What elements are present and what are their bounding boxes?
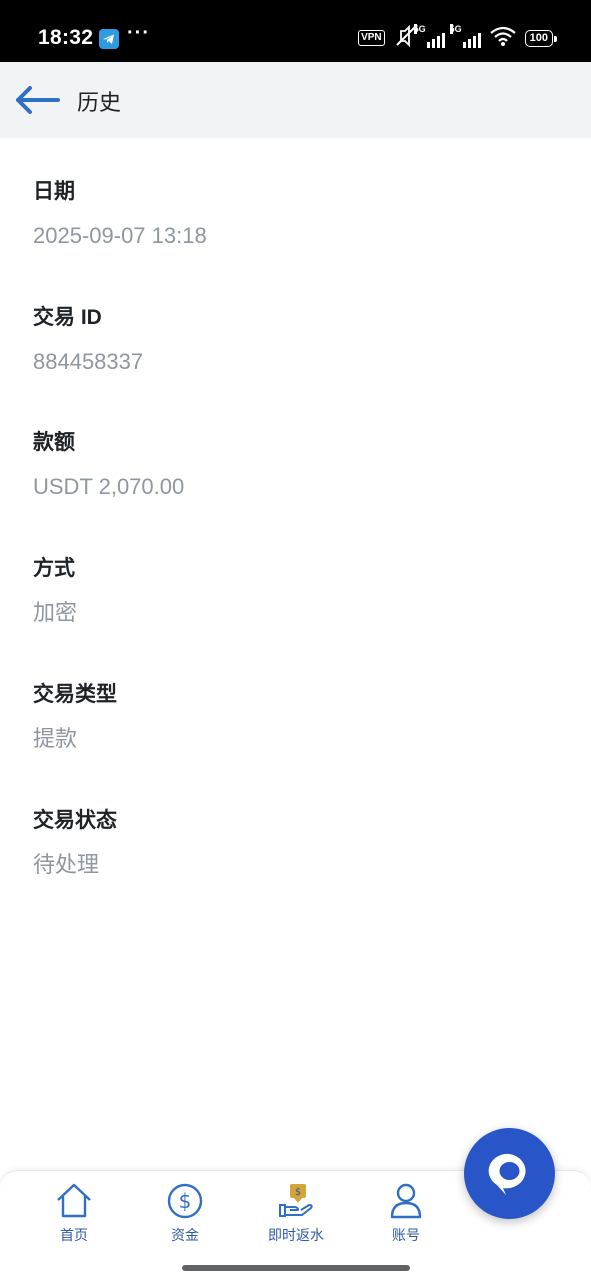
transaction-status-label: 交易状态: [33, 809, 117, 832]
cell-signal-icon-2: 5G: [449, 24, 481, 48]
method-field: 方式 加密: [33, 555, 77, 627]
vpn-badge: VPN: [358, 30, 385, 46]
transaction-id-field: 交易 ID 884458337: [33, 304, 143, 376]
method-label: 方式: [33, 557, 75, 580]
status-time: 18:32: [38, 26, 94, 49]
nav-label-cashback: 即时返水: [268, 1227, 324, 1243]
transaction-status-field: 交易状态 待处理: [33, 807, 117, 879]
home-indicator[interactable]: [182, 1265, 410, 1271]
more-notifications-icon: ···: [127, 22, 150, 44]
page-header: 历史: [0, 62, 591, 138]
transaction-id-value: 884458337: [33, 349, 144, 374]
home-icon: [57, 1183, 91, 1218]
wifi-icon: [489, 25, 517, 52]
amount-label: 款额: [33, 431, 75, 454]
cell-signal-icon: 5G: [413, 24, 445, 48]
nav-item-home[interactable]: 首页: [34, 1181, 114, 1245]
status-bar: 18:32 ··· VPN 5G 5G 100: [0, 0, 591, 62]
battery-indicator: 100: [524, 29, 558, 47]
user-icon: [390, 1183, 422, 1219]
nav-item-account[interactable]: 账号: [366, 1181, 446, 1245]
live-chat-button[interactable]: [464, 1128, 555, 1219]
svg-text:$: $: [295, 1187, 301, 1198]
nav-label-funds: 资金: [171, 1227, 199, 1243]
transaction-type-field: 交易类型 提款: [33, 681, 117, 753]
page-title: 历史: [77, 90, 122, 115]
back-button[interactable]: [14, 82, 62, 118]
nav-label-account: 账号: [392, 1227, 420, 1243]
nav-item-cashback[interactable]: $ 即时返水: [256, 1181, 336, 1245]
telegram-icon: [99, 29, 119, 49]
arrow-left-icon: [16, 86, 60, 114]
dollar-circle-icon: $: [167, 1183, 203, 1219]
method-value: 加密: [33, 600, 78, 625]
transaction-type-value: 提款: [33, 726, 78, 751]
svg-text:$: $: [179, 1189, 192, 1213]
transaction-id-label: 交易 ID: [33, 306, 102, 329]
amount-value: USDT 2,070.00: [33, 474, 185, 499]
nav-label-home: 首页: [60, 1227, 88, 1243]
date-value: 2025-09-07 13:18: [33, 223, 207, 248]
nav-item-funds[interactable]: $ 资金: [145, 1181, 225, 1245]
amount-field: 款额 USDT 2,070.00: [33, 429, 184, 501]
transaction-type-label: 交易类型: [33, 683, 117, 706]
date-label: 日期: [33, 180, 75, 203]
cashback-icon: $: [279, 1184, 313, 1217]
chat-bubble-icon: [488, 1153, 526, 1195]
date-field: 日期 2025-09-07 13:18: [33, 178, 207, 250]
transaction-status-value: 待处理: [33, 852, 100, 877]
